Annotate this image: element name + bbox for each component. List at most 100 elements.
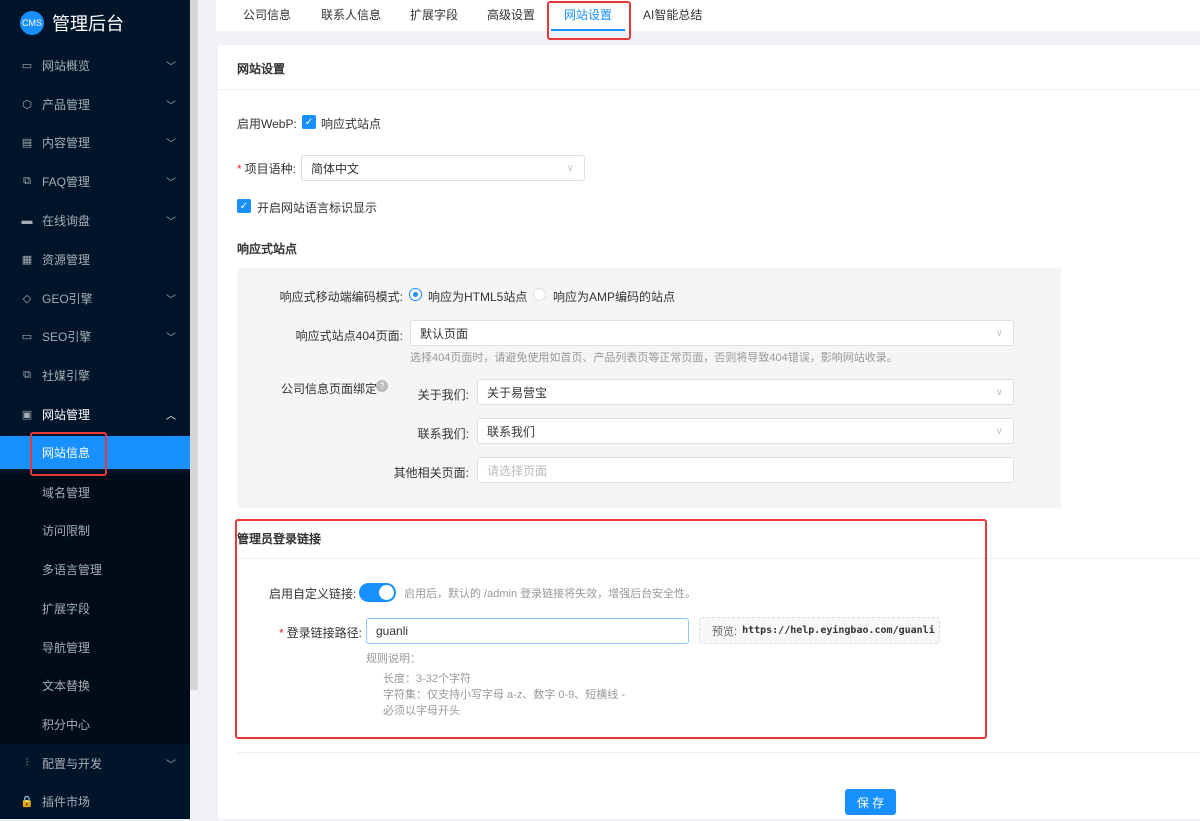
resource-icon: ▦ bbox=[21, 254, 33, 266]
sidebar-subitem-label: 积分中心 bbox=[42, 717, 91, 732]
webp-checkbox[interactable]: ✓ bbox=[302, 115, 316, 129]
chevron-down-icon: ∨ bbox=[995, 425, 1003, 437]
sidebar-item-label: 社媒引擎 bbox=[42, 369, 91, 383]
card-title: 网站设置 bbox=[237, 62, 286, 76]
radio-html5-label: 响应为HTML5站点 bbox=[428, 290, 528, 304]
chevron-down-icon: ﹀ bbox=[166, 62, 176, 73]
cms-logo-badge: CMS bbox=[20, 11, 44, 35]
lang-value: 简体中文 bbox=[311, 161, 360, 176]
document-icon: ▤ bbox=[21, 137, 33, 149]
page404-label: 响应式站点404页面: bbox=[295, 329, 403, 343]
divider bbox=[218, 89, 1200, 90]
radio-amp-label: 响应为AMP编码的站点 bbox=[553, 290, 676, 304]
save-button[interactable]: 保 存 bbox=[845, 789, 896, 815]
chevron-down-icon: ﹀ bbox=[166, 139, 176, 150]
contact-select[interactable]: 联系我们 ∨ bbox=[477, 418, 1014, 444]
help-icon[interactable]: ? bbox=[376, 380, 388, 392]
chevron-down-icon: ∨ bbox=[995, 386, 1003, 398]
chevron-down-icon: ﹀ bbox=[166, 760, 176, 771]
social-icon: ⧉ bbox=[23, 369, 31, 381]
tab[interactable]: 联系人信息 bbox=[321, 0, 381, 31]
tab-bar: 公司信息 联系人信息 扩展字段 高级设置 网站设置 AI智能总结 bbox=[216, 0, 1200, 31]
sidebar-item-label: 内容管理 bbox=[42, 136, 91, 150]
lock-icon: 🔒 bbox=[20, 796, 34, 808]
sidebar-item-label: 插件市场 bbox=[42, 795, 91, 809]
sidebar-item-label: FAQ管理 bbox=[42, 175, 91, 189]
tab[interactable]: AI智能总结 bbox=[643, 0, 702, 31]
sidebar-item-label: 网站管理 bbox=[42, 408, 91, 422]
tab[interactable]: 扩展字段 bbox=[410, 0, 458, 31]
mode-label: 响应式移动端编码模式: bbox=[279, 290, 403, 304]
sidebar-item[interactable]: ⬡ 产品管理 ﹀ bbox=[0, 85, 190, 124]
chevron-down-icon: ﹀ bbox=[166, 217, 176, 228]
highlight-box bbox=[235, 519, 987, 739]
sidebar-item-label: 产品管理 bbox=[42, 98, 91, 112]
highlight-box bbox=[30, 432, 107, 476]
responsive-heading: 响应式站点 bbox=[237, 242, 298, 256]
sidebar-item-label: 在线询盘 bbox=[42, 214, 91, 228]
sidebar-item-label: 配置与开发 bbox=[42, 757, 103, 771]
chevron-down-icon: ﹀ bbox=[166, 333, 176, 344]
sidebar-item-label: 网站概览 bbox=[42, 59, 91, 73]
website-icon: ▣ bbox=[21, 409, 33, 421]
sidebar-subitem-label: 多语言管理 bbox=[42, 563, 103, 578]
about-value: 关于易营宝 bbox=[487, 385, 548, 400]
divider bbox=[237, 752, 1200, 753]
chevron-up-icon: ︿ bbox=[166, 411, 176, 422]
lang-label: 项目语种: bbox=[244, 162, 297, 176]
sidebar-subitem[interactable]: 域名管理 bbox=[0, 472, 190, 512]
sidebar-item[interactable]: ▤ 内容管理 ﹀ bbox=[0, 123, 190, 162]
tab[interactable]: 高级设置 bbox=[487, 0, 535, 31]
other-placeholder: 请选择页面 bbox=[487, 463, 548, 478]
sidebar-item[interactable]: ◇ GEO引擎 ﹀ bbox=[0, 279, 190, 318]
sidebar-scrollbar[interactable] bbox=[190, 0, 198, 690]
sidebar-item[interactable]: ⧉ 社媒引擎 bbox=[0, 356, 190, 395]
sidebar-item[interactable]: ⧉ FAQ管理 ﹀ bbox=[0, 162, 190, 201]
sidebar-subitem-label: 扩展字段 bbox=[42, 601, 91, 616]
sidebar-item[interactable]: ▦ 资源管理 bbox=[0, 240, 190, 279]
sidebar-subitem-label: 文本替换 bbox=[42, 679, 91, 694]
sidebar-subitem-label: 导航管理 bbox=[42, 640, 91, 655]
sidebar-item[interactable]: ▭ 网站概览 ﹀ bbox=[0, 46, 190, 85]
tab[interactable]: 公司信息 bbox=[243, 0, 291, 31]
responsive-panel: 响应式移动端编码模式: 响应为HTML5站点 响应为AMP编码的站点 响应式站点… bbox=[237, 268, 1061, 508]
sidebar-item[interactable]: 🔒 插件市场 bbox=[0, 782, 190, 821]
sidebar-item[interactable]: ▭ SEO引擎 ﹀ bbox=[0, 317, 190, 356]
logo[interactable]: CMS 管理后台 bbox=[20, 10, 124, 36]
sidebar-subitem[interactable]: 访问限制 bbox=[0, 511, 190, 551]
app-title: 管理后台 bbox=[52, 14, 124, 34]
radio-html5[interactable] bbox=[409, 288, 422, 301]
lang-select[interactable]: 简体中文 ∨ bbox=[301, 155, 585, 181]
sidebar-item[interactable]: ▣ 网站管理 ︿ bbox=[0, 395, 190, 434]
bind-label: 公司信息页面绑定 bbox=[281, 382, 378, 396]
page404-hint: 选择404页面时，请避免使用如首页、产品列表页等正常页面，否则将导致404错误，… bbox=[410, 352, 898, 364]
sidebar-subitem[interactable]: 导航管理 bbox=[0, 627, 190, 667]
chevron-down-icon: ﹀ bbox=[166, 101, 176, 112]
box-icon: ⬡ bbox=[22, 99, 32, 111]
other-label: 其他相关页面: bbox=[393, 466, 469, 480]
sidebar-subitem[interactable]: 积分中心 bbox=[0, 704, 190, 744]
other-select[interactable]: 请选择页面 bbox=[477, 457, 1014, 483]
sidebar-item-label: 资源管理 bbox=[42, 253, 91, 267]
contact-label: 联系我们: bbox=[417, 427, 469, 441]
contact-value: 联系我们 bbox=[487, 424, 536, 439]
highlight-box bbox=[547, 1, 631, 40]
webp-label: 启用WebP: bbox=[237, 117, 297, 131]
chevron-down-icon: ∨ bbox=[566, 162, 574, 174]
sidebar-subitem-label: 域名管理 bbox=[42, 485, 91, 500]
sidebar-item[interactable]: ⫶ 配置与开发 ﹀ bbox=[0, 744, 190, 783]
sidebar-item-label: GEO引擎 bbox=[42, 292, 93, 306]
sidebar-item[interactable]: ▬ 在线询盘 ﹀ bbox=[0, 201, 190, 240]
sliders-icon: ⫶ bbox=[25, 757, 29, 769]
sidebar-subitem[interactable]: 多语言管理 bbox=[0, 550, 190, 590]
page404-select[interactable]: 默认页面 ∨ bbox=[410, 320, 1014, 346]
radio-amp[interactable] bbox=[533, 288, 546, 301]
sidebar-subitem[interactable]: 文本替换 bbox=[0, 666, 190, 706]
seo-icon: ▭ bbox=[21, 331, 33, 343]
chevron-down-icon: ∨ bbox=[995, 327, 1003, 339]
sidebar-subitem[interactable]: 扩展字段 bbox=[0, 588, 190, 628]
lang-flag-checkbox[interactable]: ✓ bbox=[237, 199, 251, 213]
sidebar-subitem-label: 访问限制 bbox=[42, 524, 91, 539]
about-select[interactable]: 关于易营宝 ∨ bbox=[477, 379, 1014, 405]
lang-flag-label: 开启网站语言标识显示 bbox=[257, 201, 378, 215]
